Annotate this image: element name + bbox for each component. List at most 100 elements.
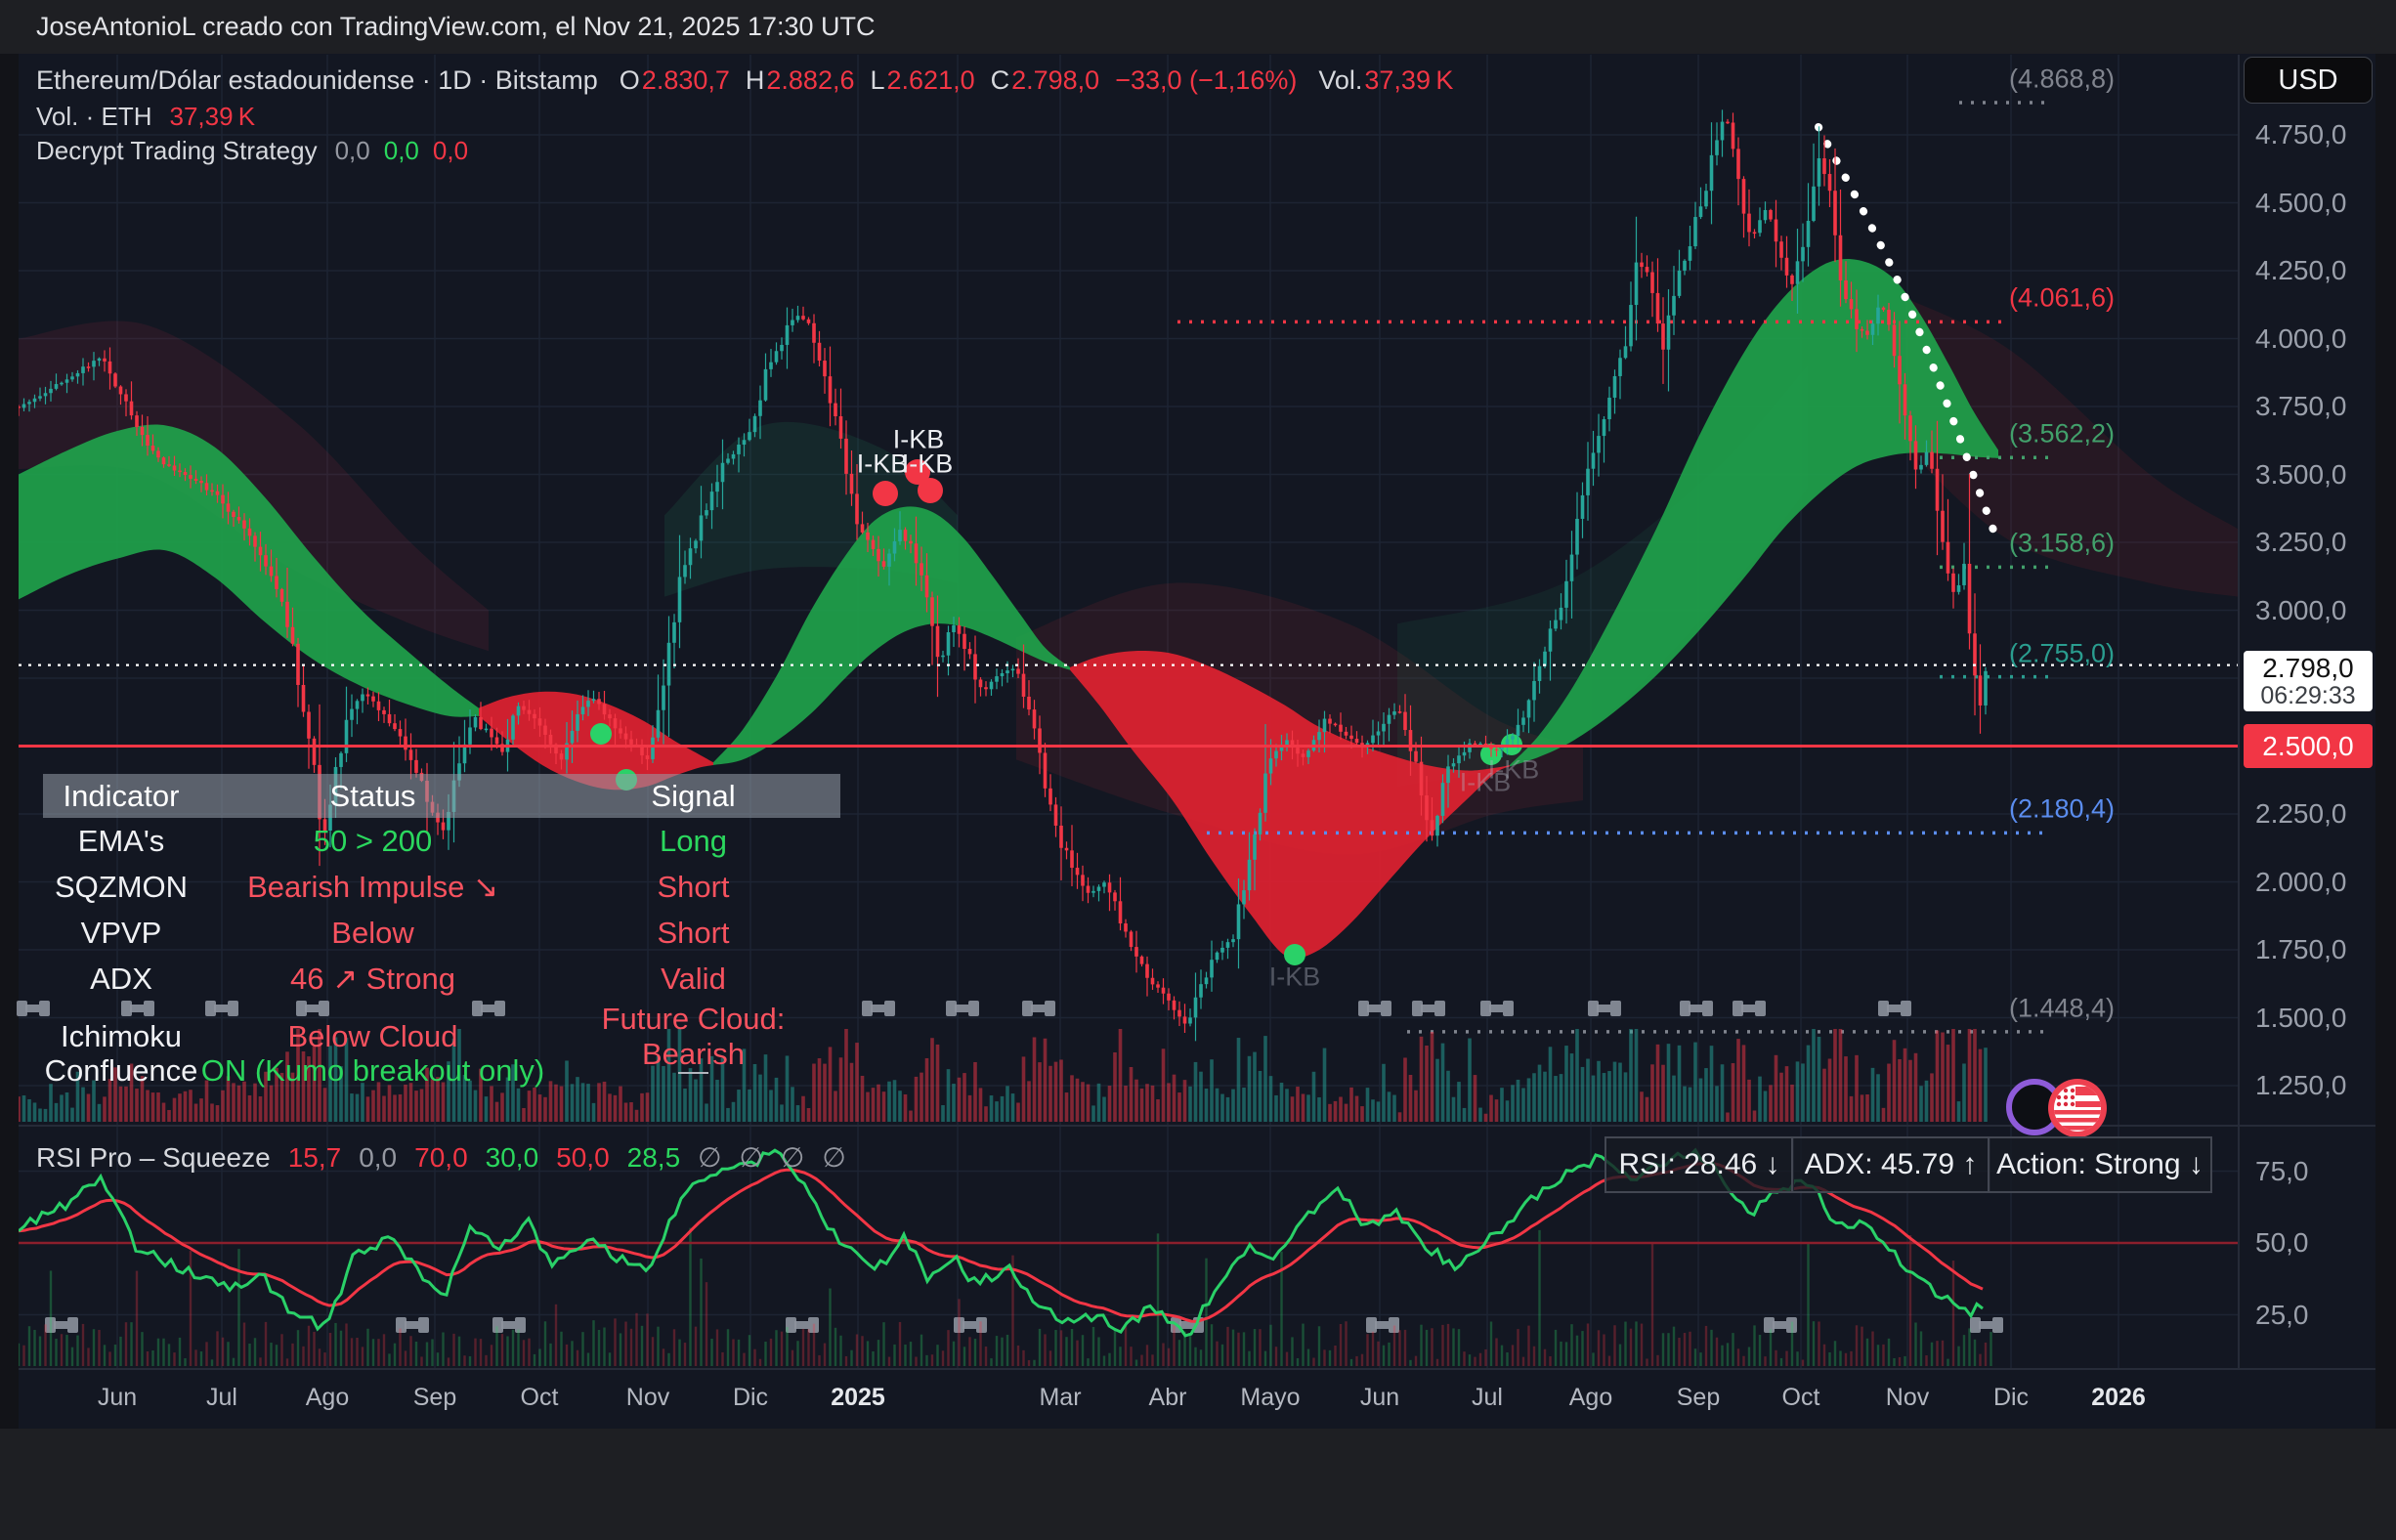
price-axis-label[interactable]: 3.750,0 xyxy=(2255,391,2346,422)
time-axis-label[interactable]: Jul xyxy=(206,1384,237,1412)
time-axis-label[interactable]: Sep xyxy=(413,1384,456,1412)
indicator-signal: Short xyxy=(546,916,840,951)
table-row: VPVPBelowShort xyxy=(43,910,840,956)
time-axis-label[interactable]: Dic xyxy=(1993,1384,2029,1412)
table-row: ADX46 ↗ StrongValid xyxy=(43,956,840,1002)
chart-canvas[interactable] xyxy=(0,0,2396,1540)
symbol-legend-row[interactable]: Ethereum/Dólar estadounidense · 1D · Bit… xyxy=(36,65,1453,96)
time-axis-label[interactable]: Ago xyxy=(1569,1384,1612,1412)
legend-item: 37,39 K xyxy=(169,102,255,131)
strategy-legend-row[interactable]: Decrypt Trading Strategy0,00,00,0 xyxy=(36,136,468,166)
price-axis-label[interactable]: 1.500,0 xyxy=(2255,1003,2346,1034)
time-axis-label[interactable]: Jun xyxy=(98,1384,137,1412)
rsi-pane-value: 28,5 xyxy=(627,1142,681,1173)
table-row: SQZMONBearish Impulse ↘Short xyxy=(43,864,840,910)
rsi-pane-value: 70,0 xyxy=(414,1142,468,1173)
indicator-status: 50 > 200 xyxy=(199,824,546,859)
tradingview-chart-snapshot: JoseAntonioL creado con TradingView.com,… xyxy=(0,0,2396,1540)
rsi-axis-label[interactable]: 50,0 xyxy=(2255,1227,2309,1259)
currency-toggle-button[interactable]: USD xyxy=(2244,57,2373,104)
legend-item: 2.621,0 xyxy=(887,65,975,95)
indicator-name: VPVP xyxy=(43,916,199,951)
us-flag-icon xyxy=(2048,1079,2107,1137)
rsi-status-badge: RSI: 28.46 ↓ xyxy=(1604,1136,1794,1193)
legend-item: Decrypt Trading Strategy xyxy=(36,136,318,165)
table-header-signal: Signal xyxy=(546,779,840,814)
legend-item: Vol. xyxy=(1318,65,1362,95)
time-axis-label[interactable]: Oct xyxy=(521,1384,559,1412)
table-row: EMA's50 > 200Long xyxy=(43,818,840,864)
rsi-axis-label[interactable]: 75,0 xyxy=(2255,1156,2309,1187)
time-axis-label[interactable]: Jul xyxy=(1472,1384,1503,1412)
price-axis-label[interactable]: 3.250,0 xyxy=(2255,527,2346,558)
sell-signal-dot xyxy=(918,478,943,503)
price-level-label: (2.755,0) xyxy=(2009,638,2115,668)
time-axis-label[interactable]: Abr xyxy=(1149,1384,1187,1412)
time-axis-label[interactable]: Oct xyxy=(1782,1384,1820,1412)
rsi-pane-value: 15,7 xyxy=(288,1142,342,1173)
time-axis-label[interactable]: Mayo xyxy=(1240,1384,1300,1412)
indicator-status: ON (Kumo breakout only) xyxy=(199,1053,546,1089)
volume-legend-row[interactable]: Vol. · ETH37,39 K xyxy=(36,102,255,132)
legend-item: 2.882,6 xyxy=(766,65,854,95)
time-axis-label[interactable]: Sep xyxy=(1677,1384,1720,1412)
ikb-signal-label-faint: I-KB xyxy=(1269,962,1321,993)
price-axis-label[interactable]: 4.500,0 xyxy=(2255,188,2346,219)
price-axis-label[interactable]: 1.250,0 xyxy=(2255,1070,2346,1101)
last-price-badge: 2.798,0 06:29:33 xyxy=(2244,651,2373,711)
action-status-badge: Action: Strong ↓ xyxy=(1988,1136,2212,1193)
indicator-name: ADX xyxy=(43,962,199,997)
last-price-value: 2.798,0 xyxy=(2262,654,2353,682)
price-axis-label[interactable]: 2.250,0 xyxy=(2255,798,2346,830)
indicator-name: SQZMON xyxy=(43,870,199,905)
indicator-status: 46 ↗ Strong xyxy=(199,962,546,997)
price-axis-label[interactable]: 4.750,0 xyxy=(2255,119,2346,150)
price-level-label: (4.061,6) xyxy=(2009,283,2115,314)
ikb-signal-label-faint: I-KB xyxy=(1488,755,1540,786)
price-level-label: (3.562,2) xyxy=(2009,419,2115,449)
indicator-status: Below xyxy=(199,916,546,951)
footer-bar: TradingView xyxy=(0,1429,2396,1540)
rsi-pane-value: 50,0 xyxy=(556,1142,610,1173)
price-level-label: (4.868,8) xyxy=(2009,64,2115,94)
rsi-pane-title: RSI Pro – Squeeze xyxy=(36,1142,271,1173)
time-axis-label[interactable]: Mar xyxy=(1039,1384,1081,1412)
rsi-pane-value: ∅ xyxy=(698,1142,721,1173)
table-row: IchimokuBelow CloudFuture Cloud: Bearish xyxy=(43,1002,840,1048)
table-header-row: Indicator Status Signal xyxy=(43,774,840,818)
time-axis-label[interactable]: Nov xyxy=(1886,1384,1929,1412)
price-axis-label[interactable]: 2.000,0 xyxy=(2255,867,2346,898)
time-axis-label[interactable]: Ago xyxy=(306,1384,349,1412)
legend-item: L xyxy=(870,65,884,95)
table-row: ConfluenceON (Kumo breakout only)— xyxy=(43,1048,840,1093)
indicator-name: Ichimoku xyxy=(43,1019,199,1054)
legend-item: O xyxy=(620,65,640,95)
price-axis-label[interactable]: 4.000,0 xyxy=(2255,323,2346,355)
indicator-signal: Long xyxy=(546,824,840,859)
time-axis-label[interactable]: Jun xyxy=(1360,1384,1399,1412)
price-axis-label[interactable]: 3.500,0 xyxy=(2255,459,2346,491)
price-axis-label[interactable]: 1.750,0 xyxy=(2255,934,2346,965)
rsi-indicator-legend[interactable]: RSI Pro – Squeeze 15,7 0,0 70,0 30,0 50,0 28,5… xyxy=(36,1141,864,1174)
time-axis-label[interactable]: Nov xyxy=(626,1384,669,1412)
time-axis-label[interactable]: Dic xyxy=(733,1384,768,1412)
rsi-pane-value: 30,0 xyxy=(486,1142,539,1173)
rsi-axis-label[interactable]: 25,0 xyxy=(2255,1300,2309,1331)
adx-status-badge: ADX: 45.79 ↑ xyxy=(1791,1136,1990,1193)
ikb-signal-label: I-KB xyxy=(857,449,909,480)
bar-countdown: 06:29:33 xyxy=(2260,683,2355,708)
price-level-label: (2.180,4) xyxy=(2009,794,2115,825)
rsi-pane-value: 0,0 xyxy=(359,1142,397,1173)
price-axis-label[interactable]: 4.250,0 xyxy=(2255,255,2346,286)
legend-item: 0,0 xyxy=(335,136,370,165)
legend-item: H xyxy=(746,65,765,95)
indicator-status: Below Cloud xyxy=(199,1019,546,1054)
time-axis-label[interactable]: 2025 xyxy=(831,1384,885,1412)
price-axis-label[interactable]: 3.000,0 xyxy=(2255,595,2346,626)
legend-item: 2.798,0 xyxy=(1011,65,1099,95)
legend-item: −33,0 (−1,16%) xyxy=(1115,65,1297,95)
buy-signal-dot xyxy=(590,723,612,745)
indicator-signal: — xyxy=(546,1053,840,1089)
time-axis-label[interactable]: 2026 xyxy=(2091,1384,2146,1412)
legend-item: 2.830,7 xyxy=(642,65,730,95)
